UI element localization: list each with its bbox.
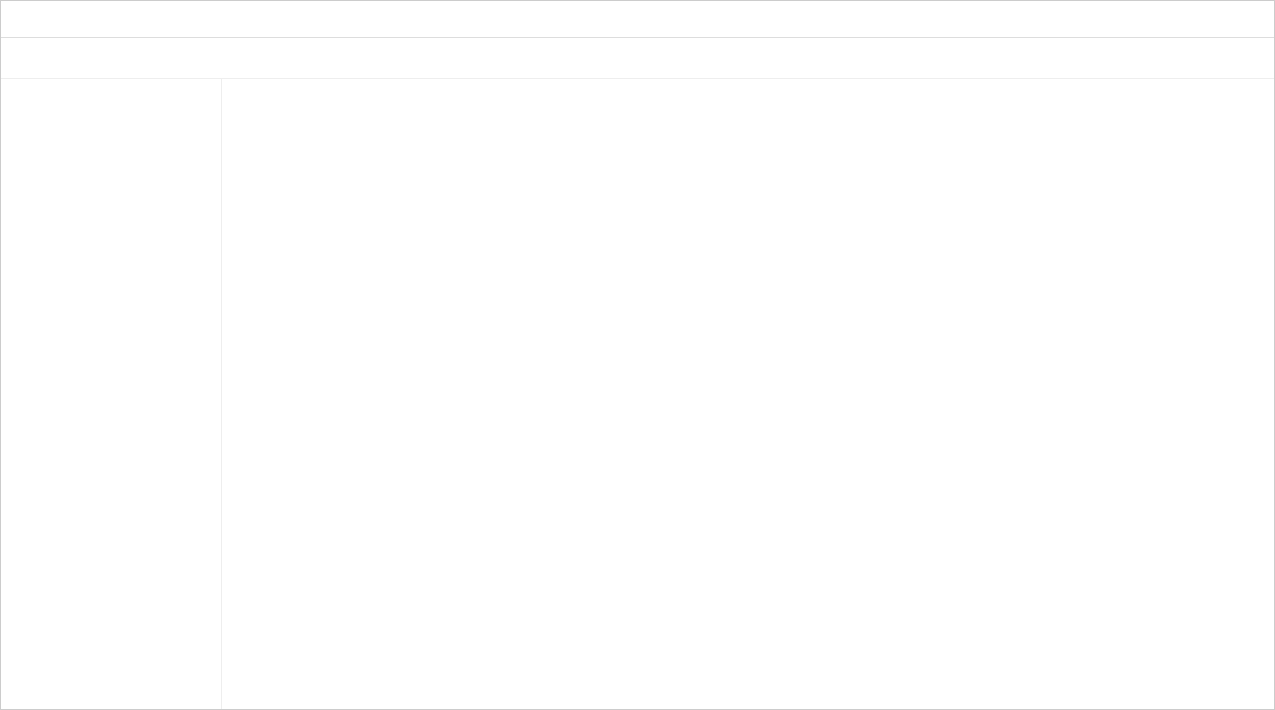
main-content <box>222 79 1274 709</box>
window <box>0 0 1275 710</box>
title-bar <box>1 1 1274 38</box>
toolbar <box>1 38 1274 79</box>
sidebar <box>1 79 222 709</box>
